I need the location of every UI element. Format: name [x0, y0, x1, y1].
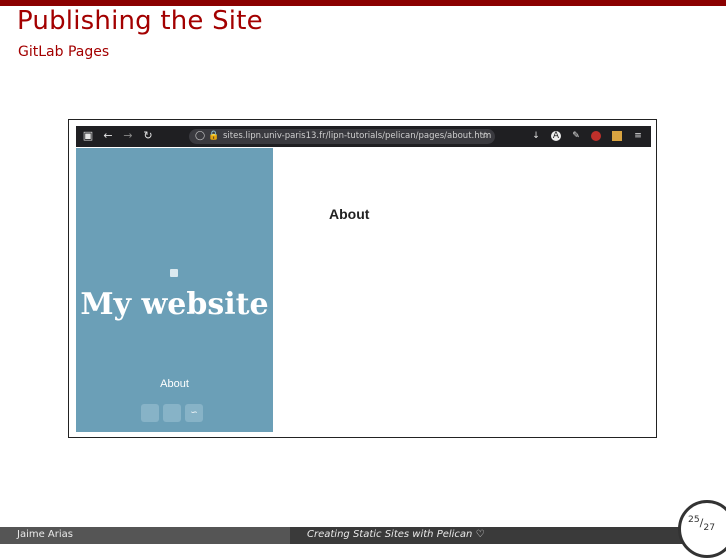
extension-icon[interactable]	[591, 131, 601, 141]
url-text: sites.lipn.univ-paris13.fr/lipn-tutorial…	[223, 131, 492, 141]
sidebar-icon[interactable]: ▣	[82, 130, 94, 142]
site-logo-icon	[170, 269, 178, 277]
menu-icon[interactable]: ≡	[633, 131, 643, 141]
social-icon-2[interactable]	[163, 404, 181, 422]
site-sidebar: My website About ∽	[76, 148, 273, 432]
page-number: 25/27	[688, 514, 716, 533]
reader-icon[interactable]: ✎	[571, 131, 581, 141]
lock-icon[interactable]: 🔒	[208, 130, 219, 143]
page-current: 25	[688, 514, 700, 525]
page-total: 27	[703, 521, 716, 533]
website-screenshot: ▣ ← → ↻ ◯ 🔒 sites.lipn.univ-paris13.fr/l…	[68, 119, 657, 438]
site-title[interactable]: My website	[76, 284, 273, 326]
social-icon-1[interactable]	[141, 404, 159, 422]
browser-toolbar: ▣ ← → ↻ ◯ 🔒 sites.lipn.univ-paris13.fr/l…	[76, 126, 651, 147]
footer-author: Jaime Arias	[17, 529, 73, 540]
grid-icon[interactable]	[612, 131, 622, 141]
page-heading: About	[329, 206, 370, 222]
rss-icon[interactable]: ∽	[185, 404, 203, 422]
slide-subtitle: GitLab Pages	[18, 44, 110, 60]
tracking-shield-icon[interactable]: ◯	[195, 130, 205, 143]
download-icon[interactable]: ↓	[531, 131, 541, 141]
reload-icon[interactable]: ↻	[142, 130, 154, 142]
nav-link-about[interactable]: About	[76, 378, 273, 390]
back-icon[interactable]: ←	[102, 130, 114, 142]
bookmark-star-icon[interactable]: ☆	[481, 130, 489, 143]
footer-left-panel: Jaime Arias	[0, 527, 290, 544]
forward-icon[interactable]: →	[122, 130, 134, 142]
footer-title: Creating Static Sites with Pelican ♡	[307, 529, 485, 540]
address-bar[interactable]: ◯ 🔒 sites.lipn.univ-paris13.fr/lipn-tuto…	[189, 129, 495, 144]
slide-title: Publishing the Site	[17, 6, 263, 36]
account-icon[interactable]: A	[551, 131, 561, 141]
footer-bar: Jaime Arias Creating Static Sites with P…	[0, 527, 726, 544]
